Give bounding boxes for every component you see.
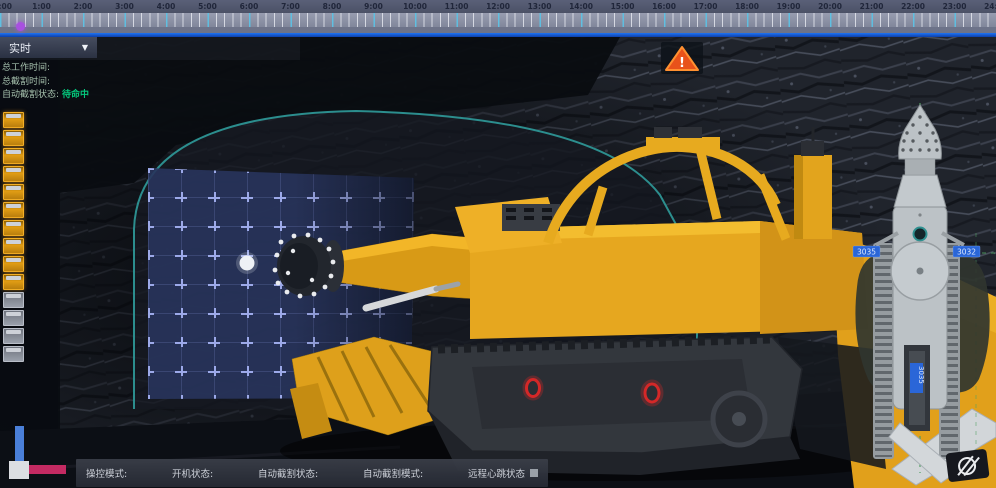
strip-segment[interactable] [3,292,24,308]
strip-segment[interactable] [3,166,24,182]
chevron-down-icon: ▼ [82,43,88,52]
strip-segment[interactable] [3,256,24,272]
timeline-hour-label: 4:00 [157,2,176,11]
timeline-hour-label: 20:00 [818,2,842,11]
strip-segment[interactable] [3,238,24,254]
bottom-status-bar: 操控模式: 开机状态: 自动截割状态: 自动截割模式: 远程心跳状态 [76,459,548,487]
timeline-hour-label: 8:00 [323,2,342,11]
warning-triangle-icon: ! [661,42,703,74]
timeline-hour-label: 5:00 [198,2,217,11]
timeline-scrubber[interactable] [0,13,996,27]
sensor-ring [914,228,927,241]
strip-segment[interactable] [3,328,24,344]
heartbeat-indicator [530,469,538,477]
timeline-hour-label: 6:00 [240,2,259,11]
status-line: 总截割时间: [2,76,89,90]
axis-gizmo-origin [9,461,29,479]
position-label-right-text: 3032 [957,248,976,257]
roadheader-monitoring-app: 3035 3032 3035 00:00 1:00 2:00 3:00 4:00 5:00… [0,0,996,488]
no-entry-icon [949,452,986,480]
timeline-hour-label: 16:00 [652,2,676,11]
timeline-hour-label: 2:00 [74,2,93,11]
bottom-bar-item: 远程心跳状态 [468,466,538,480]
bottom-bar-item: 开机状态: [172,466,213,480]
timeline-hour-label: 14:00 [569,2,593,11]
bottom-bar-item: 自动截割模式: [363,466,423,480]
axis-gizmo-y [15,426,24,464]
time-mode-dropdown[interactable]: 实时 ▼ [0,37,97,58]
timeline-hour-label: 18:00 [735,2,759,11]
timeline-hour-labels: 00:00 1:00 2:00 3:00 4:00 5:00 6:00 7:00 8:00 9:0… [0,0,996,13]
status-line: 总工作时间: [2,62,89,76]
timeline-hour-label: 9:00 [364,2,383,11]
machine-strip[interactable] [3,112,24,362]
timeline-hour-label: 7:00 [281,2,300,11]
status-line: 自动截割状态:待命中 [2,89,89,103]
timeline-playhead[interactable] [16,22,25,31]
timeline-hour-label: 21:00 [860,2,884,11]
timeline-hour-label: 00:00 [0,2,12,11]
warning-exclamation: ! [679,56,685,71]
disable-view-button[interactable] [945,449,989,483]
timeline-hour-label: 12:00 [486,2,510,11]
timeline-hour-label: 19:00 [777,2,801,11]
position-label-left-text: 3035 [857,248,876,257]
timeline-hour-label: 1:00 [32,2,51,11]
strip-segment[interactable] [3,130,24,146]
strip-segment[interactable] [3,202,24,218]
strip-segment[interactable] [3,346,24,362]
timeline-hour-label: 24:00 [984,2,996,11]
timeline-accent-line [0,33,996,37]
target-point-marker [240,256,255,271]
bottom-bar-item: 自动截割状态: [258,466,318,480]
timeline-hour-label: 3:00 [115,2,134,11]
strip-segment[interactable] [3,184,24,200]
bottom-bar-item: 操控模式: [86,466,127,480]
strip-segment[interactable] [3,220,24,236]
warning-alert-button[interactable]: ! [661,42,703,74]
crawler-tracks [428,337,802,475]
timeline-hour-label: 17:00 [694,2,718,11]
strip-segment[interactable] [3,148,24,164]
strip-segment[interactable] [3,310,24,326]
timeline-hour-label: 11:00 [445,2,469,11]
strip-segment[interactable] [3,274,24,290]
time-mode-label: 实时 [9,40,31,56]
timeline-hour-label: 10:00 [403,2,427,11]
axis-gizmo-x [29,465,66,474]
timeline-hour-label: 23:00 [943,2,967,11]
status-panel: 总工作时间:总截割时间:自动截割状态:待命中 [2,62,89,103]
position-label-tail-text: 3035 [917,366,925,384]
timeline-hour-label: 22:00 [901,2,925,11]
strip-segment[interactable] [3,112,24,128]
timeline-hour-label: 13:00 [528,2,552,11]
timeline-hour-label: 15:00 [611,2,635,11]
tunnel-3d-viewport[interactable]: 3035 3032 3035 [0,37,996,488]
